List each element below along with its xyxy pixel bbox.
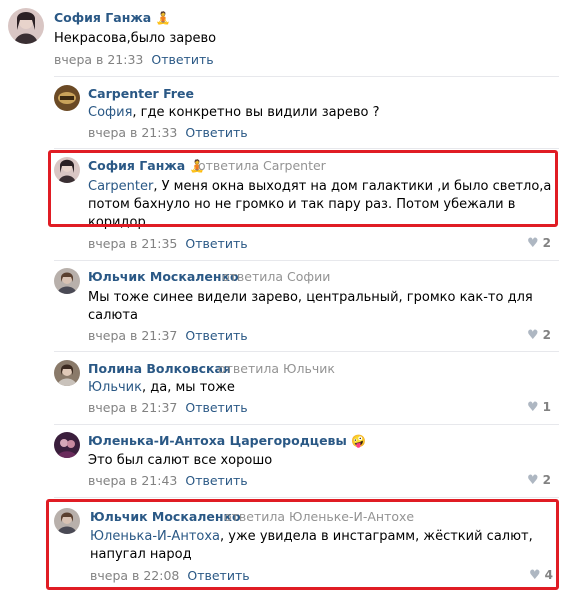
comment-time[interactable]: вчера в 21:37	[88, 328, 177, 343]
author-name[interactable]: Юленька-И-Антоха Царегородцевы	[88, 433, 347, 448]
reply-button[interactable]: Ответить	[151, 52, 213, 67]
author-emoji: 🧘	[155, 11, 171, 25]
comment-author[interactable]: Юленька-И-Антоха Царегородцевы 🤪	[88, 433, 366, 448]
like-button[interactable]: ♥ 1	[527, 400, 551, 415]
comment-meta: вчера в 21:37 Ответить	[88, 400, 248, 415]
heart-icon: ♥	[527, 400, 539, 415]
like-count: 2	[542, 328, 552, 342]
reply-button[interactable]: Ответить	[185, 125, 247, 140]
comment-text-line: салюта	[88, 308, 138, 323]
mention-link[interactable]: София	[88, 105, 132, 120]
heart-icon: ♥	[527, 473, 539, 488]
comment-meta: вчера в 21:35 Ответить	[88, 236, 248, 251]
comment-meta: вчера в 21:33 Ответить	[88, 125, 248, 140]
comment-time[interactable]: вчера в 21:35	[88, 236, 177, 251]
comment-author[interactable]: Полина Волковская	[88, 361, 231, 376]
comment-text-line: Мы тоже синее видели зарево, центральный…	[88, 290, 533, 305]
comment-time[interactable]: вчера в 21:43	[88, 473, 177, 488]
comment-text: Мы тоже синее видели зарево, центральный…	[88, 289, 558, 325]
comment-meta: вчера в 21:37 Ответить	[88, 328, 248, 343]
divider	[54, 260, 559, 261]
like-button[interactable]: ♥ 2	[527, 473, 551, 488]
comment-text: Юльчик, да, мы тоже	[88, 379, 235, 397]
replied-to-link[interactable]: ответила Софии	[222, 269, 330, 284]
comment-author[interactable]: Юльчик Москаленко	[88, 269, 239, 284]
avatar[interactable]	[8, 8, 44, 44]
like-button[interactable]: ♥ 2	[527, 328, 551, 343]
comment-author[interactable]: Carpenter Free	[88, 86, 194, 101]
reply-button[interactable]: Ответить	[185, 400, 247, 415]
comment-meta: вчера в 21:33 Ответить	[54, 52, 214, 67]
comment-time[interactable]: вчера в 21:33	[88, 125, 177, 140]
comment-text-body: , да, мы тоже	[142, 380, 235, 395]
comment-text: Это был салют все хорошо	[88, 453, 273, 468]
divider	[54, 497, 559, 498]
heart-icon: ♥	[527, 328, 539, 343]
comment-time[interactable]: вчера в 21:37	[88, 400, 177, 415]
divider	[54, 148, 559, 149]
highlight-box	[48, 150, 558, 227]
avatar[interactable]	[54, 268, 80, 294]
comment-text: София, где конкретно вы видили зарево ?	[88, 104, 379, 122]
like-count: 2	[542, 473, 552, 487]
comment-text: Некрасова,было зарево	[54, 31, 217, 46]
mention-link[interactable]: Юльчик	[88, 380, 142, 395]
reply-button[interactable]: Ответить	[185, 328, 247, 343]
replied-to-link[interactable]: ответила Юльчик	[218, 361, 335, 376]
heart-icon: ♥	[527, 236, 539, 251]
like-count: 2	[542, 236, 552, 250]
highlight-box	[46, 499, 559, 590]
author-emoji: 🤪	[351, 434, 367, 448]
like-button[interactable]: ♥ 2	[527, 236, 551, 251]
divider	[54, 351, 559, 352]
avatar[interactable]	[54, 360, 80, 386]
comment-time[interactable]: вчера в 21:33	[54, 52, 143, 67]
comment-meta: вчера в 21:43 Ответить	[88, 473, 248, 488]
comment-author[interactable]: София Ганжа 🧘	[54, 10, 171, 25]
divider	[54, 76, 559, 77]
reply-button[interactable]: Ответить	[185, 236, 247, 251]
like-count: 1	[542, 400, 552, 414]
divider	[54, 424, 559, 425]
avatar[interactable]	[54, 85, 80, 111]
reply-button[interactable]: Ответить	[185, 473, 247, 488]
comment-text-body: , где конкретно вы видили зарево ?	[132, 105, 380, 120]
avatar[interactable]	[54, 432, 80, 458]
author-name[interactable]: София Ганжа	[54, 10, 151, 25]
